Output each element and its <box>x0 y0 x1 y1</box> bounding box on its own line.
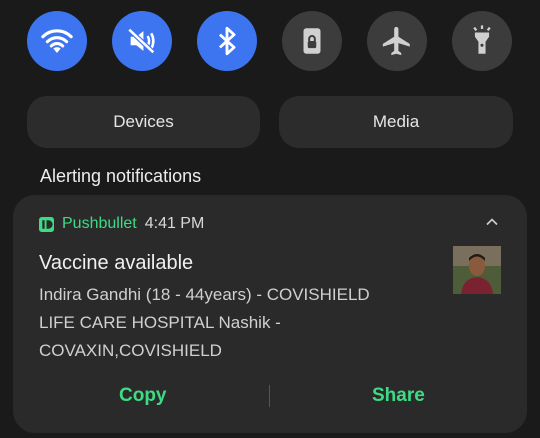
chevron-up-icon[interactable] <box>485 215 499 229</box>
flashlight-toggle[interactable] <box>452 11 512 71</box>
section-header: Alerting notifications <box>40 166 202 186</box>
notification-card[interactable]: Pushbullet 4:41 PM Vaccine available Ind… <box>13 195 527 433</box>
notification-title: Vaccine available <box>39 252 194 274</box>
rotation-lock-toggle[interactable] <box>282 11 342 71</box>
notification-body: Indira Gandhi (18 - 44years) - COVISHIEL… <box>39 281 429 365</box>
app-name: Pushbullet <box>62 215 137 232</box>
sound-toggle[interactable] <box>112 11 172 71</box>
wifi-icon <box>41 29 73 54</box>
devices-button[interactable]: Devices <box>27 96 260 148</box>
rotation-lock-icon <box>303 28 321 54</box>
action-divider <box>269 385 270 407</box>
quick-settings-row <box>0 0 540 80</box>
notification-line: Indira Gandhi (18 - 44years) - COVISHIEL… <box>39 285 370 304</box>
bluetooth-icon <box>218 26 236 56</box>
wifi-toggle[interactable] <box>27 11 87 71</box>
share-button[interactable]: Share <box>372 385 425 407</box>
mute-icon <box>127 27 155 55</box>
notification-line: COVAXIN,COVISHIELD <box>39 341 222 360</box>
devices-label: Devices <box>113 112 174 131</box>
airplane-icon <box>382 26 410 56</box>
bluetooth-toggle[interactable] <box>197 11 257 71</box>
media-button[interactable]: Media <box>279 96 513 148</box>
airplane-toggle[interactable] <box>367 11 427 71</box>
copy-button[interactable]: Copy <box>119 385 167 407</box>
pushbullet-icon <box>39 216 54 232</box>
flashlight-icon <box>473 25 491 54</box>
sender-avatar <box>453 246 501 294</box>
notification-header: Pushbullet 4:41 PM <box>39 215 204 233</box>
notification-line: LIFE CARE HOSPITAL Nashik - <box>39 313 281 332</box>
notification-time: 4:41 PM <box>144 215 205 232</box>
media-label: Media <box>372 112 420 131</box>
